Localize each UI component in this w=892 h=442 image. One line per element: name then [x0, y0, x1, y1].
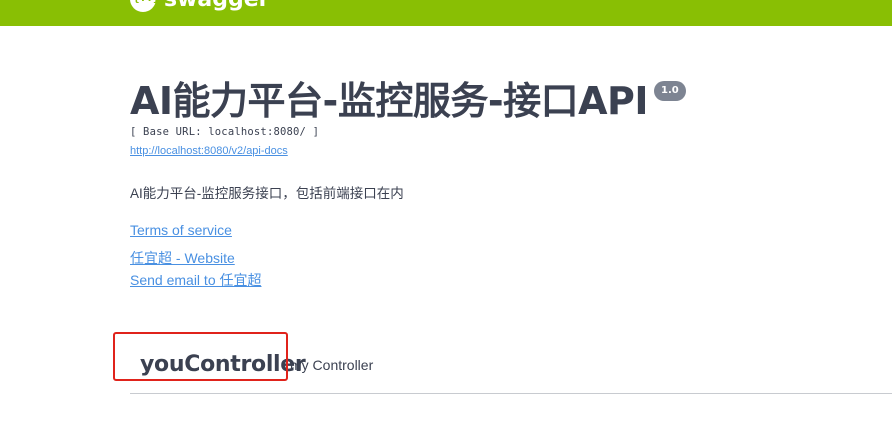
api-description: AI能力平台-监控服务接口，包括前端接口在内: [130, 186, 404, 201]
contact-block: 任宜超 - Website Send email to 任宜超: [130, 248, 870, 290]
version-badge: 1.0: [654, 81, 686, 101]
tag-description: my Controller: [290, 357, 374, 373]
highlight-annotation-box: [113, 332, 288, 381]
api-info: AI能力平台-监控服务-接口API 1.0 [ Base URL: localh…: [130, 78, 870, 292]
contact-website-link[interactable]: 任宜超 - Website: [130, 248, 870, 268]
logo-text: swagger: [164, 0, 270, 12]
api-docs-link[interactable]: http://localhost:8080/v2/api-docs: [130, 145, 288, 157]
page-title: AI能力平台-监控服务-接口API: [130, 79, 649, 123]
base-url: [ Base URL: localhost:8080/ ]: [130, 126, 320, 138]
top-bar: swagger: [0, 0, 892, 26]
swagger-logo[interactable]: swagger: [130, 0, 270, 12]
contact-email-link[interactable]: Send email to 任宜超: [130, 270, 870, 290]
title-row: AI能力平台-监控服务-接口API 1.0: [130, 78, 870, 124]
terms-of-service-link[interactable]: Terms of service: [130, 222, 232, 238]
swagger-icon: [130, 0, 160, 12]
